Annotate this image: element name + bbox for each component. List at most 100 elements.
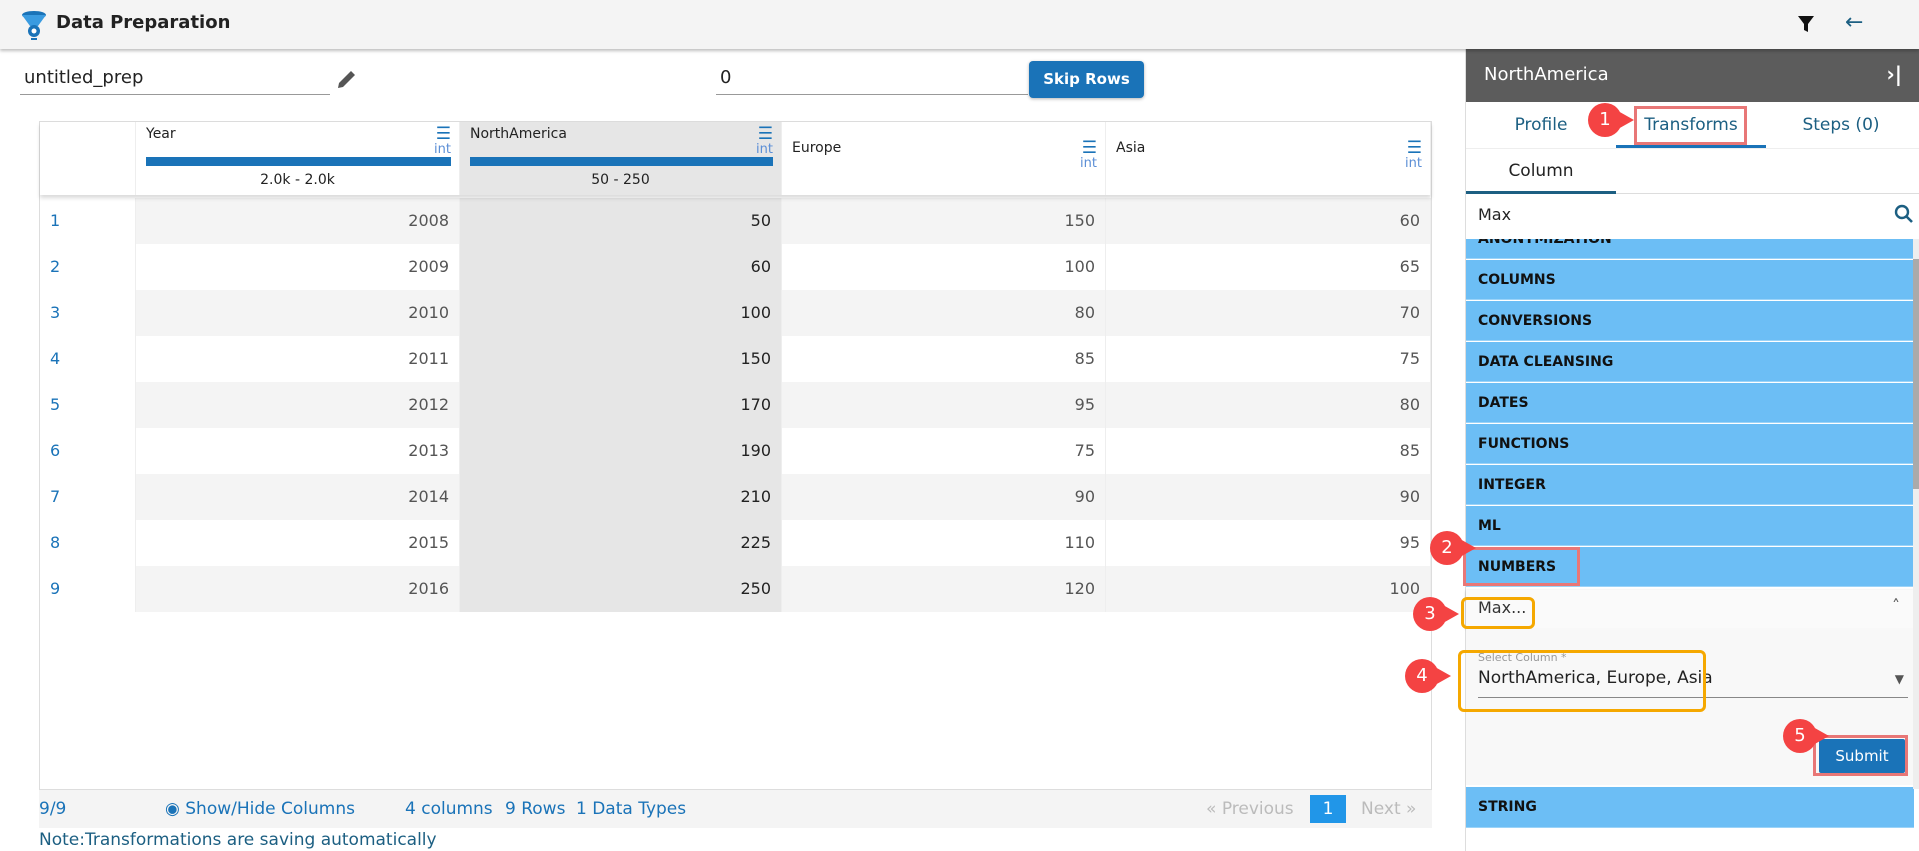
prep-name-input[interactable]: untitled_prep xyxy=(20,61,330,95)
column-header[interactable]: Asia ☰ int xyxy=(1106,122,1431,195)
table-cell[interactable]: 2009 xyxy=(136,244,460,290)
panel-scrollbar[interactable] xyxy=(1913,239,1919,789)
table-cell[interactable]: 75 xyxy=(1106,336,1431,382)
top-bar: Data Preparation ← xyxy=(0,0,1919,49)
table-cell[interactable]: 210 xyxy=(460,474,782,520)
column-header[interactable]: Europe ☰ int xyxy=(782,122,1106,195)
table-row[interactable]: 6 2013 190 75 85 xyxy=(40,428,1431,474)
table-cell[interactable]: 60 xyxy=(460,244,782,290)
table-cell[interactable]: 2013 xyxy=(136,428,460,474)
table-cell[interactable]: 85 xyxy=(1106,428,1431,474)
table-row[interactable]: 5 2012 170 95 80 xyxy=(40,382,1431,428)
transform-panel: NorthAmerica ›| Profile Transforms Steps… xyxy=(1465,49,1919,851)
table-cell[interactable]: 95 xyxy=(1106,520,1431,566)
table-cell[interactable]: 100 xyxy=(1106,566,1431,612)
filter-icon[interactable] xyxy=(1797,15,1815,33)
row-count: 9/9 xyxy=(39,799,67,819)
table-cell[interactable]: 95 xyxy=(782,382,1106,428)
dataprep-logo-icon xyxy=(22,11,46,40)
show-hide-columns-link[interactable]: ◉ Show/Hide Columns xyxy=(165,799,355,819)
table-cell[interactable]: 90 xyxy=(782,474,1106,520)
category-conversions[interactable]: CONVERSIONS xyxy=(1466,301,1914,341)
autosave-note: Note:Transformations are saving automati… xyxy=(39,830,437,850)
collapse-panel-icon[interactable]: ›| xyxy=(1886,62,1902,86)
column-menu-icon[interactable]: ☰ xyxy=(1407,138,1422,158)
table-cell[interactable]: 60 xyxy=(1106,198,1431,244)
table-cell[interactable]: 100 xyxy=(460,290,782,336)
table-row[interactable]: 1 2008 50 150 60 xyxy=(40,198,1431,244)
page-1-button[interactable]: 1 xyxy=(1310,795,1346,823)
table-row[interactable]: 2 2009 60 100 65 xyxy=(40,244,1431,290)
table-cell[interactable]: 50 xyxy=(460,198,782,244)
column-count: 4 columns xyxy=(405,799,493,819)
skip-rows-input[interactable]: 0 xyxy=(716,61,1028,95)
table-cell[interactable]: 70 xyxy=(1106,290,1431,336)
previous-page-button[interactable]: « Previous xyxy=(1206,799,1294,819)
table-cell[interactable]: 150 xyxy=(782,198,1106,244)
category-anonymization[interactable]: ANONYMIZATION xyxy=(1466,239,1914,259)
table-cell[interactable]: 225 xyxy=(460,520,782,566)
previous-label: Previous xyxy=(1221,799,1294,819)
table-cell[interactable]: 150 xyxy=(460,336,782,382)
table-cell[interactable]: 2010 xyxy=(136,290,460,336)
app-title: Data Preparation xyxy=(56,12,231,33)
next-page-button[interactable]: Next » xyxy=(1361,799,1416,819)
column-header[interactable]: Year ☰ int 2.0k - 2.0k xyxy=(136,122,460,195)
table-cell[interactable]: 100 xyxy=(782,244,1106,290)
eye-icon: ◉ xyxy=(165,799,180,819)
row-index: 9 xyxy=(40,566,136,612)
skip-rows-button[interactable]: Skip Rows xyxy=(1029,61,1144,98)
table-cell[interactable]: 75 xyxy=(782,428,1106,474)
edit-pencil-icon[interactable] xyxy=(336,68,358,90)
table-cell[interactable]: 2014 xyxy=(136,474,460,520)
table-cell[interactable]: 190 xyxy=(460,428,782,474)
table-row[interactable]: 7 2014 210 90 90 xyxy=(40,474,1431,520)
column-menu-icon[interactable]: ☰ xyxy=(436,124,451,144)
column-range-bar xyxy=(470,157,773,166)
category-data-cleansing[interactable]: DATA CLEANSING xyxy=(1466,342,1914,382)
category-dates[interactable]: DATES xyxy=(1466,383,1914,423)
table-cell[interactable]: 2015 xyxy=(136,520,460,566)
category-functions[interactable]: FUNCTIONS xyxy=(1466,424,1914,464)
table-cell[interactable]: 2012 xyxy=(136,382,460,428)
category-string[interactable]: STRING xyxy=(1466,787,1914,828)
annotation-badge-4: 4 xyxy=(1405,659,1451,693)
table-cell[interactable]: 2016 xyxy=(136,566,460,612)
column-range: 2.0k - 2.0k xyxy=(260,172,335,188)
column-header[interactable]: NorthAmerica ☰ int 50 - 250 xyxy=(460,122,782,195)
table-cell[interactable]: 85 xyxy=(782,336,1106,382)
category-columns[interactable]: COLUMNS xyxy=(1466,260,1914,300)
row-index: 1 xyxy=(40,198,136,244)
table-cell[interactable]: 65 xyxy=(1106,244,1431,290)
column-type: int xyxy=(756,142,773,157)
subtab-column[interactable]: Column xyxy=(1466,149,1616,194)
column-menu-icon[interactable]: ☰ xyxy=(758,124,773,144)
column-menu-icon[interactable]: ☰ xyxy=(1082,138,1097,158)
search-icon[interactable] xyxy=(1894,204,1914,224)
table-cell[interactable]: 120 xyxy=(782,566,1106,612)
table-cell[interactable]: 250 xyxy=(460,566,782,612)
chevron-up-icon[interactable]: ˄ xyxy=(1892,596,1900,615)
column-type: int xyxy=(434,142,451,157)
table-row[interactable]: 8 2015 225 110 95 xyxy=(40,520,1431,566)
table-cell[interactable]: 170 xyxy=(460,382,782,428)
table-row[interactable]: 4 2011 150 85 75 xyxy=(40,336,1431,382)
table-cell[interactable]: 90 xyxy=(1106,474,1431,520)
back-arrow-icon[interactable]: ← xyxy=(1845,10,1863,35)
highlight-numbers-category xyxy=(1463,547,1580,586)
next-label: Next xyxy=(1361,799,1401,819)
table-cell[interactable]: 2011 xyxy=(136,336,460,382)
table-row[interactable]: 9 2016 250 120 100 xyxy=(40,566,1431,612)
tab-steps[interactable]: Steps (0) xyxy=(1766,102,1916,148)
table-cell[interactable]: 80 xyxy=(782,290,1106,336)
table-row[interactable]: 3 2010 100 80 70 xyxy=(40,290,1431,336)
transform-search-input[interactable]: Max xyxy=(1478,205,1511,224)
category-ml[interactable]: ML xyxy=(1466,506,1914,546)
table-cell[interactable]: 110 xyxy=(782,520,1106,566)
table-cell[interactable]: 80 xyxy=(1106,382,1431,428)
annotation-badge-2: 2 xyxy=(1430,531,1476,565)
category-integer[interactable]: INTEGER xyxy=(1466,465,1914,505)
row-index: 3 xyxy=(40,290,136,336)
highlight-select-column xyxy=(1458,650,1706,712)
table-cell[interactable]: 2008 xyxy=(136,198,460,244)
